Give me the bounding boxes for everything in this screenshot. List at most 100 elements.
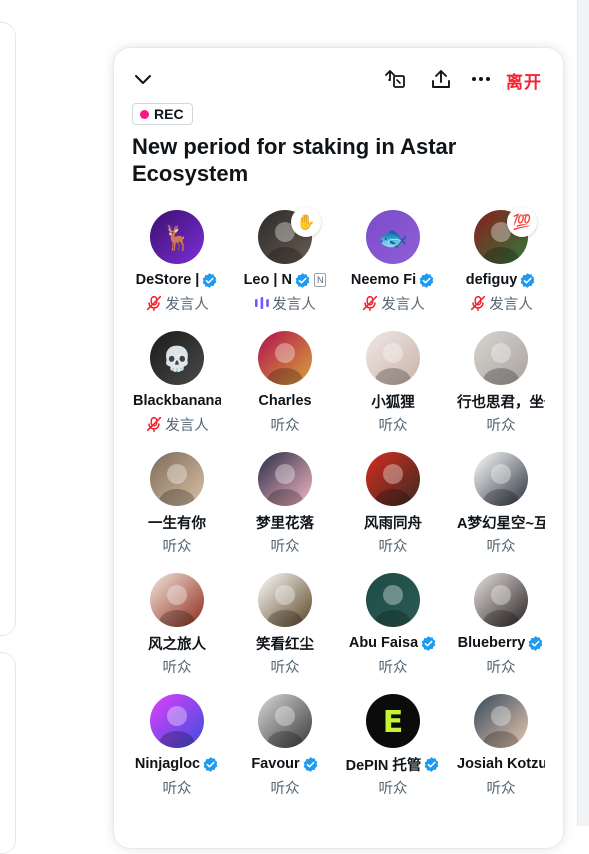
- participant-name: DeStore |: [135, 272, 200, 288]
- participant-name-row: A梦幻星空~互: [447, 512, 555, 532]
- participant-role-row: 听众: [339, 535, 447, 555]
- space-toolbar: 离开: [114, 64, 563, 94]
- verified-badge-icon: [200, 756, 219, 773]
- participant-name-row: DeStore |: [123, 270, 231, 290]
- participant-role-row: 发言人: [339, 293, 447, 313]
- participant-role-row: 发言人: [123, 414, 231, 434]
- participant-name: 一生有你: [148, 515, 206, 532]
- verified-badge-icon: [418, 635, 437, 652]
- more-horizontal-icon[interactable]: [466, 64, 496, 94]
- reaction-badge: 💯: [507, 207, 537, 237]
- avatar[interactable]: 💀: [150, 331, 204, 385]
- participant-role: 发言人: [489, 296, 533, 313]
- participant-name: Leo | N: [243, 272, 292, 288]
- participant-name: Blueberry: [457, 635, 526, 651]
- avatar[interactable]: [150, 573, 204, 627]
- avatar[interactable]: [258, 694, 312, 748]
- svg-text:E: E: [383, 705, 404, 740]
- verified-badge-icon: [525, 635, 544, 652]
- participant-name-row: 风之旅人: [123, 633, 231, 653]
- participant-name-row: Josiah Kotzur: [447, 754, 555, 774]
- scrollbar-track[interactable]: [577, 0, 589, 826]
- participant-name: 笑看红尘: [256, 636, 314, 653]
- participant-role: 听众: [162, 659, 192, 676]
- chevron-down-icon[interactable]: [128, 64, 158, 94]
- avatar[interactable]: [366, 573, 420, 627]
- participant-role-row: 听众: [447, 656, 555, 676]
- participant-role-row: 听众: [231, 535, 339, 555]
- participant-role: 听众: [270, 780, 300, 797]
- participant-name: Charles: [258, 393, 312, 409]
- reaction-badge: ✋: [291, 207, 321, 237]
- participant-name: Abu Faisa: [348, 635, 419, 651]
- avatar[interactable]: [150, 694, 204, 748]
- participant-name-row: DePIN 托管: [339, 754, 447, 774]
- participant-name: Neemo Fi: [350, 272, 417, 288]
- participant-role-row: 听众: [339, 656, 447, 676]
- participant-role: 发言人: [165, 296, 209, 313]
- participant-role-row: 听众: [231, 656, 339, 676]
- participant-role: 听众: [162, 538, 192, 555]
- participant-name: 小狐狸: [371, 394, 415, 411]
- participant-name: Favour: [251, 756, 300, 772]
- avatar[interactable]: 🐟: [366, 210, 420, 264]
- mic-muted-icon: [145, 294, 165, 312]
- recording-dot-icon: [140, 109, 149, 119]
- participant-name-row: Leo | N N: [231, 270, 339, 290]
- avatar[interactable]: [474, 452, 528, 506]
- participant-role: 听众: [486, 659, 516, 676]
- verified-badge-icon: [416, 272, 435, 289]
- participant-role-row: 听众: [231, 414, 339, 434]
- participant-role: 听众: [486, 538, 516, 555]
- speaking-bars-icon: [254, 296, 272, 310]
- participant-role: 听众: [270, 659, 300, 676]
- participant-role: 听众: [486, 780, 516, 797]
- participant-name-row: Blueberry: [447, 633, 555, 653]
- participant-name: 风雨同舟: [364, 515, 422, 532]
- participant-role-row: 发言人: [231, 293, 339, 313]
- participant-name-row: 行也思君，坐也: [447, 391, 555, 411]
- verified-badge-icon: [421, 756, 440, 773]
- participant-role: 听众: [378, 659, 408, 676]
- avatar[interactable]: [474, 573, 528, 627]
- participant-name-row: 梦里花落: [231, 512, 339, 532]
- participant-name-row: Charles: [231, 391, 339, 411]
- participant-name-row: 风雨同舟: [339, 512, 447, 532]
- participant-role: 发言人: [165, 417, 209, 434]
- avatar[interactable]: [258, 452, 312, 506]
- rec-label: REC: [154, 106, 184, 122]
- participant-name: Ninjagloc: [134, 756, 201, 772]
- participant-name: Blackbanana: [133, 393, 221, 409]
- participant-name-row: defiguy: [447, 270, 555, 290]
- avatar[interactable]: [258, 331, 312, 385]
- participant-name-row: 一生有你: [123, 512, 231, 532]
- mic-muted-icon: [145, 415, 165, 433]
- avatar[interactable]: [150, 452, 204, 506]
- leave-button[interactable]: 离开: [506, 68, 542, 93]
- participant-role-row: 听众: [447, 535, 555, 555]
- mic-muted-icon: [361, 294, 381, 312]
- participant-name: 风之旅人: [148, 636, 206, 653]
- share-space-icon[interactable]: [381, 64, 411, 94]
- participant-role: 发言人: [272, 296, 316, 313]
- participant-role: 发言人: [381, 296, 425, 313]
- participant-role: 听众: [270, 417, 300, 434]
- participant-role-row: 听众: [447, 414, 555, 434]
- avatar[interactable]: [474, 694, 528, 748]
- space-panel: 离开 REC New period for staking in Astar E…: [114, 48, 563, 848]
- participant-role: 听众: [486, 417, 516, 434]
- participant-name-row: Favour: [231, 754, 339, 774]
- upload-icon[interactable]: [426, 64, 456, 94]
- avatar[interactable]: [474, 331, 528, 385]
- avatar[interactable]: 🦌: [150, 210, 204, 264]
- participant-name: 梦里花落: [256, 515, 314, 532]
- rec-badge: REC: [132, 103, 193, 125]
- avatar[interactable]: [366, 452, 420, 506]
- participant-name-row: 笑看红尘: [231, 633, 339, 653]
- avatar[interactable]: [366, 331, 420, 385]
- avatar[interactable]: [258, 573, 312, 627]
- affiliate-tag: N: [313, 273, 327, 287]
- participant-name: 行也思君，坐也: [457, 394, 545, 411]
- participant-role-row: 听众: [123, 777, 231, 797]
- avatar[interactable]: E: [366, 694, 420, 748]
